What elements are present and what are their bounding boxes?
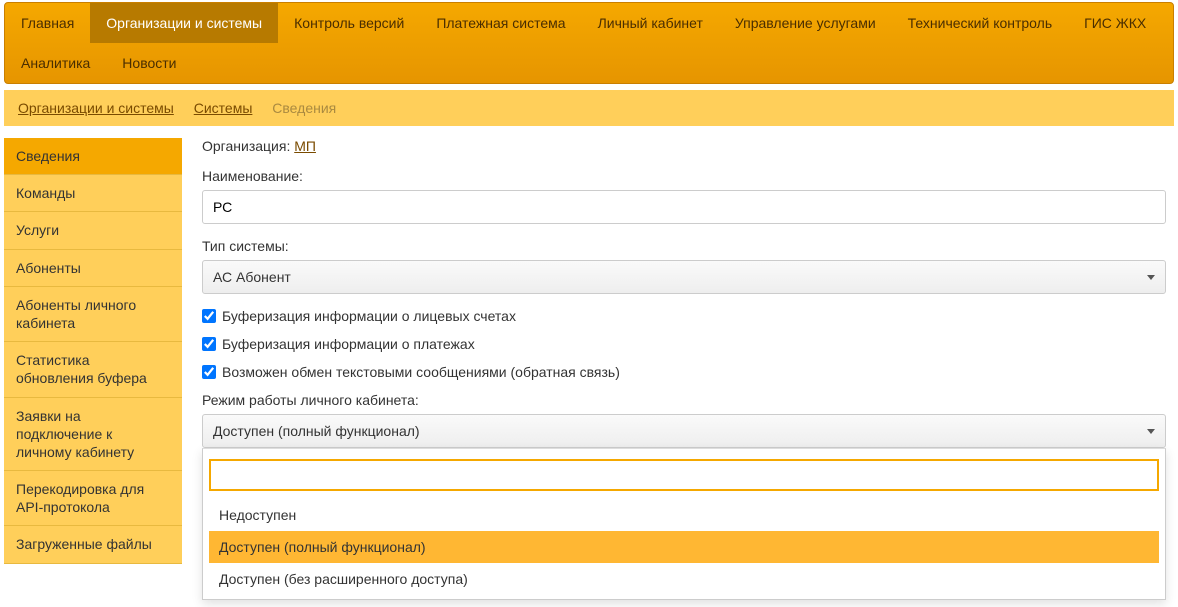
chk-text-exchange[interactable] (202, 365, 216, 379)
nav-tech-control[interactable]: Технический контроль (892, 3, 1068, 43)
nav-version-control[interactable]: Контроль версий (278, 3, 420, 43)
mode-option-full[interactable]: Доступен (полный функционал) (209, 531, 1159, 563)
chk-buffer-accounts-label: Буферизация информации о лицевых счетах (222, 308, 516, 324)
system-type-value: АС Абонент (213, 269, 291, 285)
chk-buffer-accounts[interactable] (202, 309, 216, 323)
nav-gis-zhkh[interactable]: ГИС ЖКХ (1068, 3, 1162, 43)
mode-select[interactable]: Доступен (полный функционал) (202, 414, 1166, 448)
nav-personal-cabinet[interactable]: Личный кабинет (582, 3, 719, 43)
sidebar-item-subscribers[interactable]: Абоненты (4, 250, 182, 287)
nav-home[interactable]: Главная (5, 3, 90, 43)
mode-option-unavailable[interactable]: Недоступен (209, 499, 1159, 531)
mode-search-input[interactable] (209, 459, 1159, 491)
chevron-down-icon (1147, 275, 1155, 280)
sidebar-item-commands[interactable]: Команды (4, 175, 182, 212)
breadcrumb-current: Сведения (272, 100, 336, 116)
breadcrumb-orgs[interactable]: Организации и системы (18, 100, 174, 116)
sidebar-item-buffer-stats[interactable]: Статистика обновления буфера (4, 342, 182, 397)
nav-service-management[interactable]: Управление услугами (719, 3, 892, 43)
org-link[interactable]: МП (294, 138, 316, 154)
breadcrumb-systems[interactable]: Системы (194, 100, 253, 116)
mode-value: Доступен (полный функционал) (213, 423, 420, 439)
breadcrumb: Организации и системы Системы Сведения (4, 90, 1174, 126)
chk-buffer-payments[interactable] (202, 337, 216, 351)
sidebar-item-info[interactable]: Сведения (4, 138, 182, 175)
system-type-select[interactable]: АС Абонент (202, 260, 1166, 294)
mode-label: Режим работы личного кабинета: (202, 392, 1166, 408)
name-input[interactable] (202, 190, 1166, 224)
chk-buffer-payments-label: Буферизация информации о платежах (222, 336, 475, 352)
top-nav: Главная Организации и системы Контроль в… (4, 2, 1174, 84)
sidebar-item-connection-requests[interactable]: Заявки на подключение к личному кабинету (4, 398, 182, 472)
name-label: Наименование: (202, 168, 1166, 184)
content: Организация: МП Наименование: Тип систем… (202, 138, 1174, 564)
sidebar-item-api-recoding[interactable]: Перекодировка для API-протокола (4, 471, 182, 526)
sidebar: Сведения Команды Услуги Абоненты Абонент… (4, 138, 182, 564)
sidebar-item-cabinet-subscribers[interactable]: Абоненты личного кабинета (4, 287, 182, 342)
nav-analytics[interactable]: Аналитика (5, 43, 106, 83)
mode-option-restricted[interactable]: Доступен (без расширенного доступа) (209, 563, 1159, 595)
type-label: Тип системы: (202, 238, 1166, 254)
chk-text-exchange-label: Возможен обмен текстовыми сообщениями (о… (222, 364, 620, 380)
sidebar-item-services[interactable]: Услуги (4, 212, 182, 249)
org-label: Организация: (202, 138, 290, 154)
nav-payment-system[interactable]: Платежная система (420, 3, 581, 43)
chevron-down-icon (1147, 429, 1155, 434)
nav-orgs-systems[interactable]: Организации и системы (90, 3, 278, 43)
sidebar-item-uploaded-files[interactable]: Загруженные файлы (4, 526, 182, 563)
mode-dropdown-panel: Недоступен Доступен (полный функционал) … (202, 448, 1166, 600)
nav-news[interactable]: Новости (106, 43, 192, 83)
